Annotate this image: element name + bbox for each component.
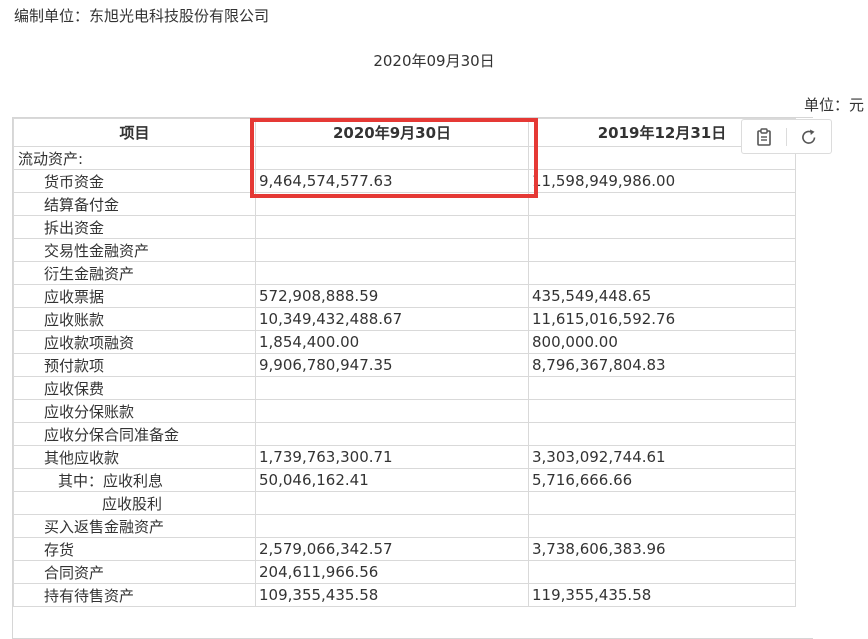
value-2019-12-31 [528,238,796,262]
row-item-label: 应收保费 [13,376,256,400]
table-row: 应收分保账款 [13,399,796,423]
value-2019-12-31 [528,261,796,285]
table-row: 其中：应收利息 50,046,162.41 5,716,666.66 [13,468,796,492]
value-2020-09-30: 9,464,574,577.63 [255,169,529,193]
value-2020-09-30 [255,514,529,538]
row-item-label: 衍生金融资产 [13,261,256,285]
table-row: 应收款项融资 1,854,400.00 800,000.00 [13,330,796,354]
row-item-label: 应收分保账款 [13,399,256,423]
value-2020-09-30 [255,422,529,446]
table-header-row: 项目 2020年9月30日 2019年12月31日 [13,118,796,147]
value-2020-09-30 [255,238,529,262]
table-row: 存货 2,579,066,342.57 3,738,606,383.96 [13,537,796,561]
value-2020-09-30: 10,349,432,488.67 [255,307,529,331]
row-item-label: 应收账款 [13,307,256,331]
row-item-label: 货币资金 [13,169,256,193]
table-row: 应收票据 572,908,888.59 435,549,448.65 [13,284,796,308]
value-2019-12-31 [528,399,796,423]
row-item-label: 其中：应收利息 [13,468,256,492]
value-2019-12-31 [528,422,796,446]
row-item-label: 合同资产 [13,560,256,584]
value-2019-12-31 [528,560,796,584]
value-2020-09-30: 9,906,780,947.35 [255,353,529,377]
column-header-2020: 2020年9月30日 [255,118,529,147]
refresh-icon[interactable] [787,120,831,153]
row-item-label: 持有待售资产 [13,583,256,607]
table-row: 预付款项 9,906,780,947.35 8,796,367,804.83 [13,353,796,377]
row-item-label: 应收款项融资 [13,330,256,354]
table-row: 货币资金 9,464,574,577.63 11,598,949,986.00 [13,169,796,193]
balance-sheet: 项目 2020年9月30日 2019年12月31日 流动资产: 货币资金 9,464… [12,117,813,639]
table-row: 应收保费 [13,376,796,400]
table-row: 其他应收款 1,739,763,300.71 3,303,092,744.61 [13,445,796,469]
value-2019-12-31: 5,716,666.66 [528,468,796,492]
value-2019-12-31 [528,192,796,216]
row-item-label: 预付款项 [13,353,256,377]
value-2020-09-30 [255,399,529,423]
value-2019-12-31 [528,376,796,400]
value-2020-09-30 [255,491,529,515]
value-2019-12-31: 11,598,949,986.00 [528,169,796,193]
value-2019-12-31: 435,549,448.65 [528,284,796,308]
value-2019-12-31 [528,514,796,538]
value-2019-12-31: 8,796,367,804.83 [528,353,796,377]
row-item-label: 应收票据 [13,284,256,308]
value-2019-12-31: 11,615,016,592.76 [528,307,796,331]
value-2020-09-30: 50,046,162.41 [255,468,529,492]
row-item-label: 买入返售金融资产 [13,514,256,538]
row-item-label: 结算备付金 [13,192,256,216]
value-2020-09-30: 1,854,400.00 [255,330,529,354]
value-2020-09-30: 2,579,066,342.57 [255,537,529,561]
table-row: 拆出资金 [13,215,796,239]
value-2019-12-31: 3,303,092,744.61 [528,445,796,469]
report-date: 2020年09月30日 [373,52,495,70]
currency-unit: 单位：元 [803,96,864,114]
value-2020-09-30: 204,611,966.56 [255,560,529,584]
row-item-label: 应收股利 [13,491,256,515]
value-2019-12-31: 800,000.00 [528,330,796,354]
value-2020-09-30: 1,739,763,300.71 [255,445,529,469]
row-item-label: 流动资产: [13,146,256,170]
value-2020-09-30: 109,355,435.58 [255,583,529,607]
clipboard-icon[interactable] [742,120,786,153]
row-item-label: 存货 [13,537,256,561]
value-2020-09-30: 572,908,888.59 [255,284,529,308]
table-row: 合同资产 204,611,966.56 [13,560,796,584]
value-2020-09-30 [255,215,529,239]
value-2019-12-31: 119,355,435.58 [528,583,796,607]
value-2020-09-30 [255,261,529,285]
table-toolbar [741,119,832,154]
table-row: 结算备付金 [13,192,796,216]
row-item-label: 其他应收款 [13,445,256,469]
table-row: 交易性金融资产 [13,238,796,262]
table-row: 应收股利 [13,491,796,515]
table-row: 买入返售金融资产 [13,514,796,538]
table-row: 应收账款 10,349,432,488.67 11,615,016,592.76 [13,307,796,331]
value-2019-12-31 [528,215,796,239]
value-2020-09-30 [255,146,529,170]
compiling-unit: 编制单位：东旭光电科技股份有限公司 [14,7,270,25]
balance-sheet-table: 项目 2020年9月30日 2019年12月31日 流动资产: 货币资金 9,464… [13,118,796,607]
value-2019-12-31 [528,491,796,515]
table-row: 衍生金融资产 [13,261,796,285]
row-item-label: 交易性金融资产 [13,238,256,262]
value-2020-09-30 [255,376,529,400]
value-2020-09-30 [255,192,529,216]
value-2019-12-31: 3,738,606,383.96 [528,537,796,561]
column-header-item: 项目 [13,118,256,147]
table-row: 应收分保合同准备金 [13,422,796,446]
row-item-label: 拆出资金 [13,215,256,239]
row-item-label: 应收分保合同准备金 [13,422,256,446]
table-row: 持有待售资产 109,355,435.58 119,355,435.58 [13,583,796,607]
table-row: 流动资产: [13,146,796,170]
